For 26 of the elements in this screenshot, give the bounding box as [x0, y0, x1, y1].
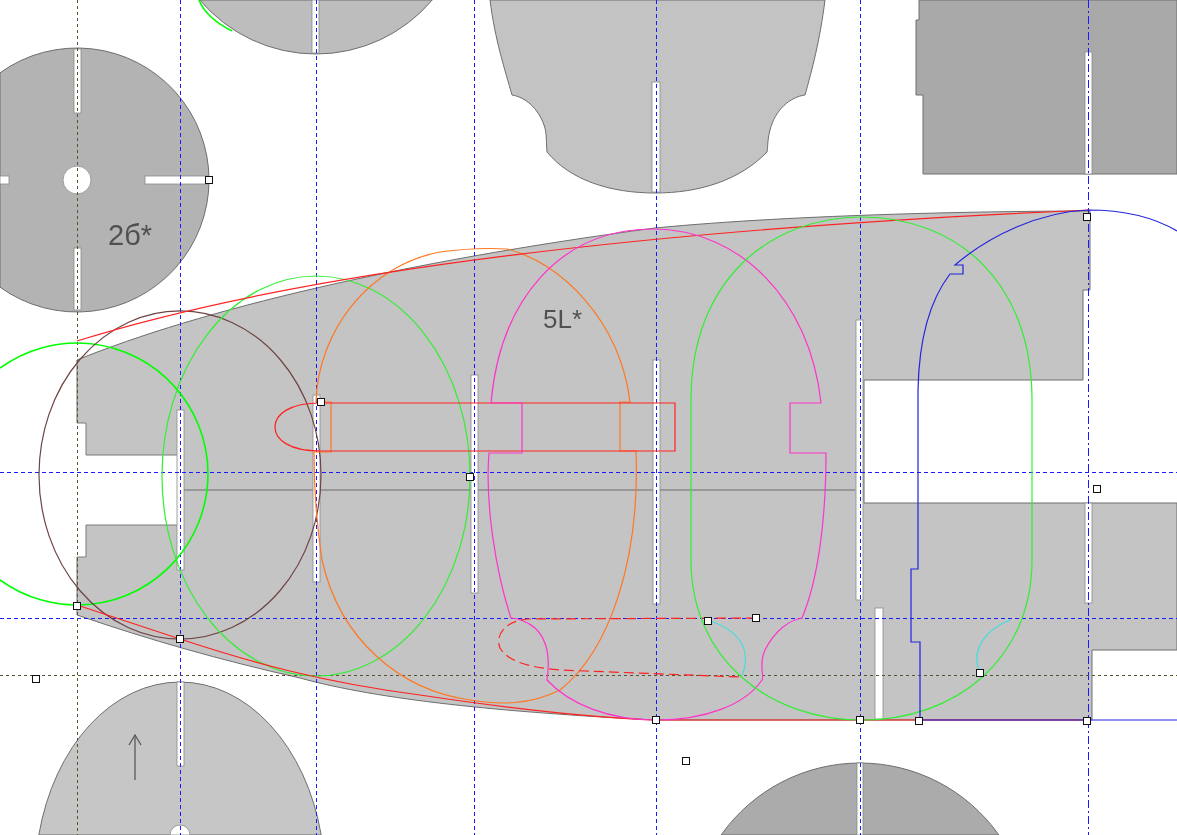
node-handle[interactable]	[1093, 485, 1101, 493]
part-number: 5L*	[543, 304, 583, 334]
slot-cutout	[144, 175, 209, 185]
hole-cutout	[62, 165, 92, 195]
slot-cutout	[0, 175, 10, 185]
node-handle[interactable]	[205, 176, 213, 184]
node-handle[interactable]	[915, 717, 923, 725]
part-number: 2б*	[108, 219, 153, 251]
slot-cutout	[73, 48, 82, 114]
node-handle[interactable]	[704, 617, 712, 625]
node-handle[interactable]	[1083, 213, 1091, 221]
contour-line	[198, 0, 233, 32]
node-handle[interactable]	[176, 635, 184, 643]
arrow-icon	[128, 733, 142, 781]
node-handle[interactable]	[1083, 717, 1091, 725]
node-handle[interactable]	[466, 473, 474, 481]
node-handle[interactable]	[652, 716, 660, 724]
node-handle[interactable]	[752, 614, 760, 622]
slot-cutout	[73, 247, 82, 311]
node-handle[interactable]	[32, 675, 40, 683]
node-handle[interactable]	[976, 669, 984, 677]
node-handle[interactable]	[317, 398, 325, 406]
node-handle[interactable]	[73, 602, 81, 610]
hole-cutout	[169, 824, 191, 835]
node-handle[interactable]	[856, 716, 864, 724]
node-handle[interactable]	[682, 757, 690, 765]
